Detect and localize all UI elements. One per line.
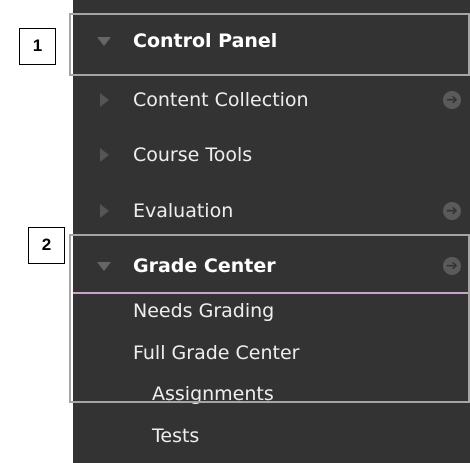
submenu-item-tests[interactable]: Tests: [152, 425, 199, 447]
circle-arrow-right-icon[interactable]: ➔: [443, 202, 461, 220]
menu-item-course-tools[interactable]: Course Tools: [73, 132, 470, 178]
collapse-triangle-icon: [100, 204, 109, 218]
callout-number-2: 2: [28, 227, 65, 264]
callout-number-1: 1: [19, 28, 56, 65]
callout-frame-1: [69, 13, 470, 76]
menu-item-evaluation[interactable]: Evaluation ➔: [73, 188, 470, 234]
menu-item-label: Evaluation: [133, 200, 234, 222]
menu-item-label: Content Collection: [133, 89, 309, 111]
collapse-triangle-icon: [100, 148, 109, 162]
callout-frame-2: [69, 234, 470, 403]
menu-item-content-collection[interactable]: Content Collection ➔: [73, 77, 470, 123]
circle-arrow-right-icon[interactable]: ➔: [443, 91, 461, 109]
collapse-triangle-icon: [100, 93, 109, 107]
menu-item-label: Course Tools: [133, 144, 253, 166]
